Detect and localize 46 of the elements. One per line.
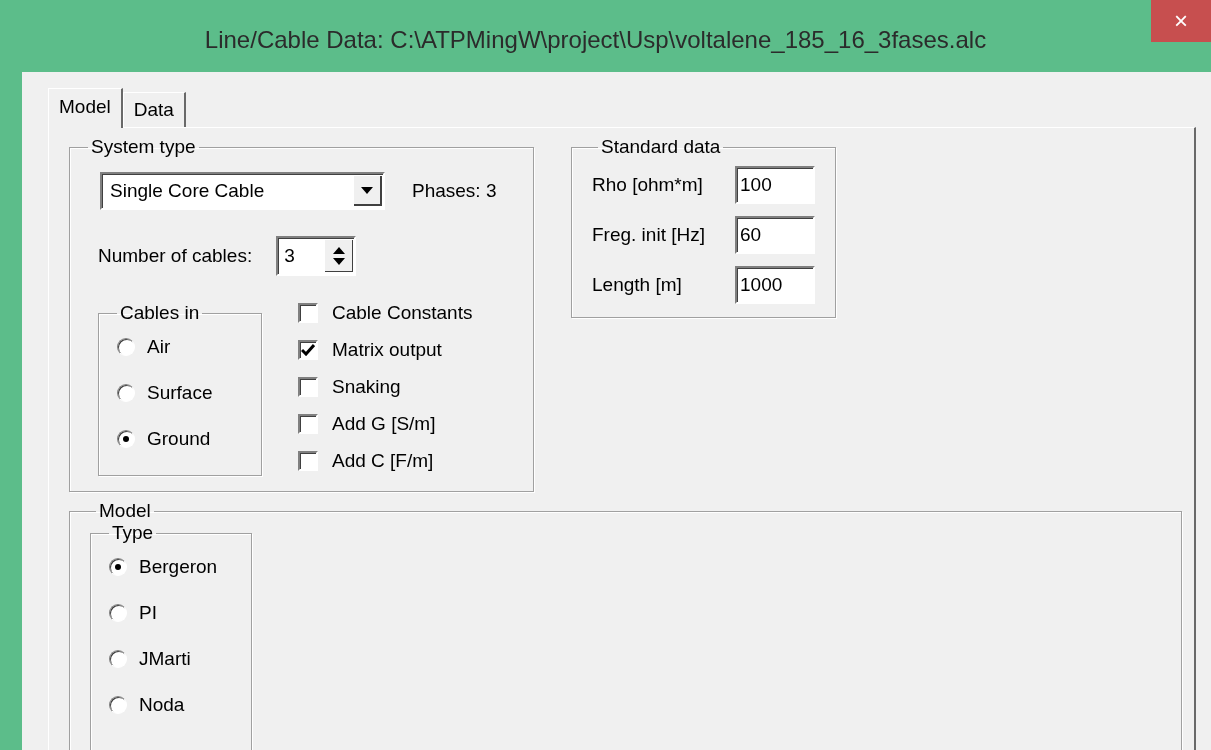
group-title: System type	[90, 136, 197, 158]
checkbox-label: Add G [S/m]	[332, 412, 436, 435]
tab[interactable]: Model	[48, 88, 123, 128]
checkbox[interactable]	[298, 302, 318, 323]
system-type-dropdown[interactable]: Single Core Cable	[100, 172, 385, 210]
radio-label: Bergeron	[139, 556, 218, 578]
checkmark-icon	[301, 343, 315, 356]
checkbox-label: Matrix output	[332, 338, 442, 361]
close-button[interactable]: ×	[1151, 0, 1211, 42]
radio-label: JMarti	[139, 648, 191, 670]
checkbox[interactable]	[298, 376, 318, 397]
dropdown-caret-icon	[361, 186, 373, 194]
field-label: Freg. init [Hz]	[592, 224, 706, 246]
radio-button[interactable]	[109, 558, 127, 576]
field-label: Length [m]	[592, 274, 683, 296]
radio-button[interactable]	[109, 696, 127, 714]
group-title: Cables in	[119, 302, 201, 324]
radio-label: Air	[147, 336, 171, 358]
radio-button[interactable]	[109, 650, 127, 668]
checkbox-label: Add C [F/m]	[332, 449, 434, 472]
input-field[interactable]: 1000	[735, 266, 815, 304]
radio-button[interactable]	[117, 430, 135, 448]
checkbox-label: Cable Constants	[332, 301, 473, 324]
cables-count-spinner[interactable]: 3	[276, 236, 357, 276]
checkbox-label: Snaking	[332, 375, 401, 398]
radio-label: Ground	[147, 428, 211, 450]
input-field[interactable]: 100	[735, 166, 815, 204]
input-field[interactable]: 60	[735, 216, 815, 254]
radio-label: PI	[139, 602, 157, 624]
checkbox[interactable]	[298, 339, 318, 360]
group-title: Model	[98, 500, 152, 522]
field-label: Rho [ohm*m]	[592, 174, 704, 196]
radio-label: Surface	[147, 382, 213, 404]
cables-count-label: Number of cables:	[98, 245, 253, 267]
tab[interactable]: Data	[122, 92, 186, 127]
group-title: Type	[111, 522, 155, 544]
checkbox[interactable]	[298, 413, 318, 434]
radio-button[interactable]	[109, 604, 127, 622]
spinner-arrows-icon	[331, 245, 346, 266]
radio-button[interactable]	[117, 338, 135, 356]
phases-label: Phases: 3	[412, 180, 497, 202]
group-title: Standard data	[600, 136, 722, 158]
checkbox[interactable]	[298, 450, 318, 471]
window-title: Line/Cable Data: C:\ATPMingW\project\Usp\voltalene_185_16_3fases.alc	[203, 25, 988, 54]
radio-label: Noda	[139, 694, 185, 716]
radio-button[interactable]	[117, 384, 135, 402]
